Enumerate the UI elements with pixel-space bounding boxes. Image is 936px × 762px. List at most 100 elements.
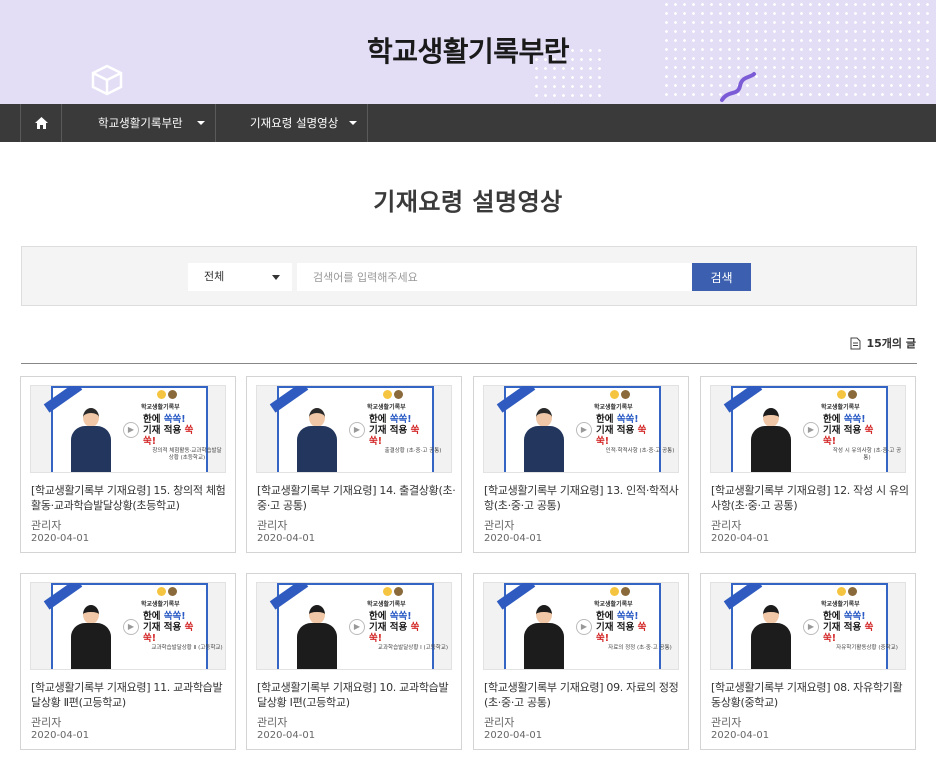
video-title[interactable]: [학교생활기록부 기재요령] 08. 자유학기활동상황(중학교) bbox=[711, 680, 911, 710]
headline-part: 쏙쏙! bbox=[163, 611, 186, 622]
headline-part: 쏙쏙! bbox=[843, 414, 866, 425]
thumbnail-badge: 학교생활기록부 bbox=[367, 601, 406, 608]
thumbnail-caption: 작성 시 유의사항 (초·중·고 공통) bbox=[832, 448, 902, 461]
post-count: 15개의 글 bbox=[850, 335, 917, 351]
thumbnail-slide: ▶ 학교생활기록부 한에 쏙쏙! 기재 적용 쑥쑥! 인적·학적사항 (초·중·… bbox=[496, 386, 674, 472]
video-card[interactable]: ▶ 학교생활기록부 한에 쏙쏙! 기재 적용 쑥쑥! 창의적 체험활동·교과학습… bbox=[20, 376, 236, 553]
thumbnail-slide: ▶ 학교생활기록부 한에 쏙쏙! 기재 적용 쑥쑥! 교과학습발달상황 Ⅱ (고… bbox=[43, 583, 223, 669]
character-icon bbox=[157, 390, 177, 402]
thumbnail-headline: 한에 쏙쏙! 기재 적용 쑥쑥! bbox=[369, 414, 432, 447]
nav-dropdown-video-guide[interactable]: 기재요령 설명영상 bbox=[216, 104, 368, 142]
thumbnail-slide: ▶ 학교생활기록부 한에 쏙쏙! 기재 적용 쑥쑥! 자료의 정정 (초·중·고… bbox=[496, 583, 672, 669]
thumbnail-badge: 학교생활기록부 bbox=[821, 404, 860, 411]
headline-part: 쏙쏙! bbox=[389, 611, 412, 622]
headline-part: 한 bbox=[823, 414, 832, 425]
video-title[interactable]: [학교생활기록부 기재요령] 10. 교과학습발달상황 Ⅰ편(고등학교) bbox=[257, 680, 457, 710]
video-author: 관리자 bbox=[484, 519, 515, 532]
page-title: 기재요령 설명영상 bbox=[373, 188, 563, 216]
headline-part: 기재 적용 bbox=[143, 622, 185, 633]
nav-label: 기재요령 설명영상 bbox=[250, 116, 339, 130]
video-date: 2020-04-01 bbox=[711, 533, 770, 544]
headline-part: 한 bbox=[596, 611, 605, 622]
headline-part: 기재 적용 bbox=[823, 622, 865, 633]
video-card[interactable]: ▶ 학교생활기록부 한에 쏙쏙! 기재 적용 쑥쑥! 출결상황 (초·중·고 공… bbox=[246, 376, 462, 553]
nav-bar: 학교생활기록부란 기재요령 설명영상 bbox=[0, 104, 936, 142]
video-author: 관리자 bbox=[31, 519, 62, 532]
video-thumbnail[interactable]: ▶ 학교생활기록부 한에 쏙쏙! 기재 적용 쑥쑥! 자유학기활동상황 (중학교… bbox=[710, 582, 906, 670]
headline-part: 에 bbox=[377, 611, 390, 622]
headline-part: 쏙쏙! bbox=[843, 611, 866, 622]
thumbnail-caption: 교과학습발달상황 Ⅰ (고등학교) bbox=[377, 645, 449, 651]
thumbnail-badge: 학교생활기록부 bbox=[594, 404, 633, 411]
presenter-figure bbox=[71, 605, 111, 669]
thumbnail-headline: 한에 쏙쏙! 기재 적용 쑥쑥! bbox=[596, 611, 659, 644]
character-icon bbox=[157, 587, 177, 599]
video-card[interactable]: ▶ 학교생활기록부 한에 쏙쏙! 기재 적용 쑥쑥! 교과학습발달상황 Ⅰ (고… bbox=[246, 573, 462, 750]
video-title[interactable]: [학교생활기록부 기재요령] 15. 창의적 체험활동·교과학습발달상황(초등학… bbox=[31, 483, 231, 513]
thumbnail-caption: 출결상황 (초·중·고 공통) bbox=[384, 448, 442, 454]
nav-label: 학교생활기록부란 bbox=[98, 116, 183, 130]
headline-part: 쏙쏙! bbox=[616, 414, 639, 425]
video-thumbnail[interactable]: ▶ 학교생활기록부 한에 쏙쏙! 기재 적용 쑥쑥! 창의적 체험활동·교과학습… bbox=[30, 385, 226, 473]
nav-home-button[interactable] bbox=[20, 104, 62, 142]
thumbnail-caption: 자료의 정정 (초·중·고 공통) bbox=[608, 645, 672, 651]
post-count-text: 15개의 글 bbox=[866, 337, 917, 350]
video-title[interactable]: [학교생활기록부 기재요령] 14. 출결상황(초·중·고 공통) bbox=[257, 483, 457, 513]
headline-part: 쏙쏙! bbox=[616, 611, 639, 622]
video-thumbnail[interactable]: ▶ 학교생활기록부 한에 쏙쏙! 기재 적용 쑥쑥! 교과학습발달상황 Ⅰ (고… bbox=[256, 582, 452, 670]
squiggle-icon bbox=[720, 72, 756, 102]
thumbnail-headline: 한에 쏙쏙! 기재 적용 쑥쑥! bbox=[369, 611, 432, 644]
video-thumbnail[interactable]: ▶ 학교생활기록부 한에 쏙쏙! 기재 적용 쑥쑥! 작성 시 유의사항 (초·… bbox=[710, 385, 906, 473]
character-icon bbox=[383, 390, 403, 402]
video-date: 2020-04-01 bbox=[484, 533, 543, 544]
divider bbox=[21, 363, 917, 364]
video-card[interactable]: ▶ 학교생활기록부 한에 쏙쏙! 기재 적용 쑥쑥! 작성 시 유의사항 (초·… bbox=[700, 376, 916, 553]
headline-part: 기재 적용 bbox=[369, 622, 411, 633]
character-icon bbox=[383, 587, 403, 599]
video-date: 2020-04-01 bbox=[257, 533, 316, 544]
search-button[interactable]: 검색 bbox=[692, 263, 751, 291]
video-author: 관리자 bbox=[257, 716, 288, 729]
presenter-figure bbox=[751, 408, 791, 472]
play-icon: ▶ bbox=[576, 619, 592, 635]
headline-part: 쏙쏙! bbox=[163, 414, 186, 425]
video-card[interactable]: ▶ 학교생활기록부 한에 쏙쏙! 기재 적용 쑥쑥! 자유학기활동상황 (중학교… bbox=[700, 573, 916, 750]
headline-part: 기재 적용 bbox=[823, 425, 865, 436]
video-card[interactable]: ▶ 학교생활기록부 한에 쏙쏙! 기재 적용 쑥쑥! 교과학습발달상황 Ⅱ (고… bbox=[20, 573, 236, 750]
video-title[interactable]: [학교생활기록부 기재요령] 13. 인적·학적사항(초·중·고 공통) bbox=[484, 483, 684, 513]
thumbnail-headline: 한에 쏙쏙! 기재 적용 쑥쑥! bbox=[143, 414, 206, 447]
headline-part: 쏙쏙! bbox=[389, 414, 412, 425]
headline-part: 기재 적용 bbox=[143, 425, 185, 436]
video-author: 관리자 bbox=[484, 716, 515, 729]
caret-down-icon bbox=[349, 121, 357, 125]
video-title[interactable]: [학교생활기록부 기재요령] 11. 교과학습발달상황 Ⅱ편(고등학교) bbox=[31, 680, 231, 710]
video-title[interactable]: [학교생활기록부 기재요령] 12. 작성 시 유의사항(초·중·고 공통) bbox=[711, 483, 911, 513]
play-icon: ▶ bbox=[123, 422, 139, 438]
search-category-select[interactable]: 전체 bbox=[188, 263, 292, 291]
video-thumbnail[interactable]: ▶ 학교생활기록부 한에 쏙쏙! 기재 적용 쑥쑥! 출결상황 (초·중·고 공… bbox=[256, 385, 452, 473]
headline-part: 에 bbox=[831, 611, 844, 622]
thumbnail-caption: 창의적 체험활동·교과학습발달상황 (초등학교) bbox=[152, 448, 222, 461]
headline-part: 한 bbox=[823, 611, 832, 622]
nav-dropdown-school-record[interactable]: 학교생활기록부란 bbox=[62, 104, 216, 142]
headline-part: 에 bbox=[831, 414, 844, 425]
thumbnail-slide: ▶ 학교생활기록부 한에 쏙쏙! 기재 적용 쑥쑥! 교과학습발달상황 Ⅰ (고… bbox=[269, 583, 448, 669]
video-author: 관리자 bbox=[711, 716, 742, 729]
document-icon bbox=[850, 337, 860, 349]
video-thumbnail[interactable]: ▶ 학교생활기록부 한에 쏙쏙! 기재 적용 쑥쑥! 자료의 정정 (초·중·고… bbox=[483, 582, 679, 670]
video-title[interactable]: [학교생활기록부 기재요령] 09. 자료의 정정(초·중·고 공통) bbox=[484, 680, 684, 710]
presenter-figure bbox=[297, 408, 337, 472]
search-input[interactable] bbox=[297, 263, 692, 291]
caret-down-icon bbox=[272, 275, 280, 280]
presenter-figure bbox=[751, 605, 791, 669]
video-thumbnail[interactable]: ▶ 학교생활기록부 한에 쏙쏙! 기재 적용 쑥쑥! 인적·학적사항 (초·중·… bbox=[483, 385, 679, 473]
thumbnail-badge: 학교생활기록부 bbox=[594, 601, 633, 608]
play-icon: ▶ bbox=[349, 422, 365, 438]
video-thumbnail[interactable]: ▶ 학교생활기록부 한에 쏙쏙! 기재 적용 쑥쑥! 교과학습발달상황 Ⅱ (고… bbox=[30, 582, 226, 670]
select-value: 전체 bbox=[204, 270, 225, 283]
video-card[interactable]: ▶ 학교생활기록부 한에 쏙쏙! 기재 적용 쑥쑥! 자료의 정정 (초·중·고… bbox=[473, 573, 689, 750]
thumbnail-headline: 한에 쏙쏙! 기재 적용 쑥쑥! bbox=[596, 414, 659, 447]
video-card[interactable]: ▶ 학교생활기록부 한에 쏙쏙! 기재 적용 쑥쑥! 인적·학적사항 (초·중·… bbox=[473, 376, 689, 553]
thumbnail-slide: ▶ 학교생활기록부 한에 쏙쏙! 기재 적용 쑥쑥! 창의적 체험활동·교과학습… bbox=[43, 386, 222, 472]
thumbnail-badge: 학교생활기록부 bbox=[141, 601, 180, 608]
